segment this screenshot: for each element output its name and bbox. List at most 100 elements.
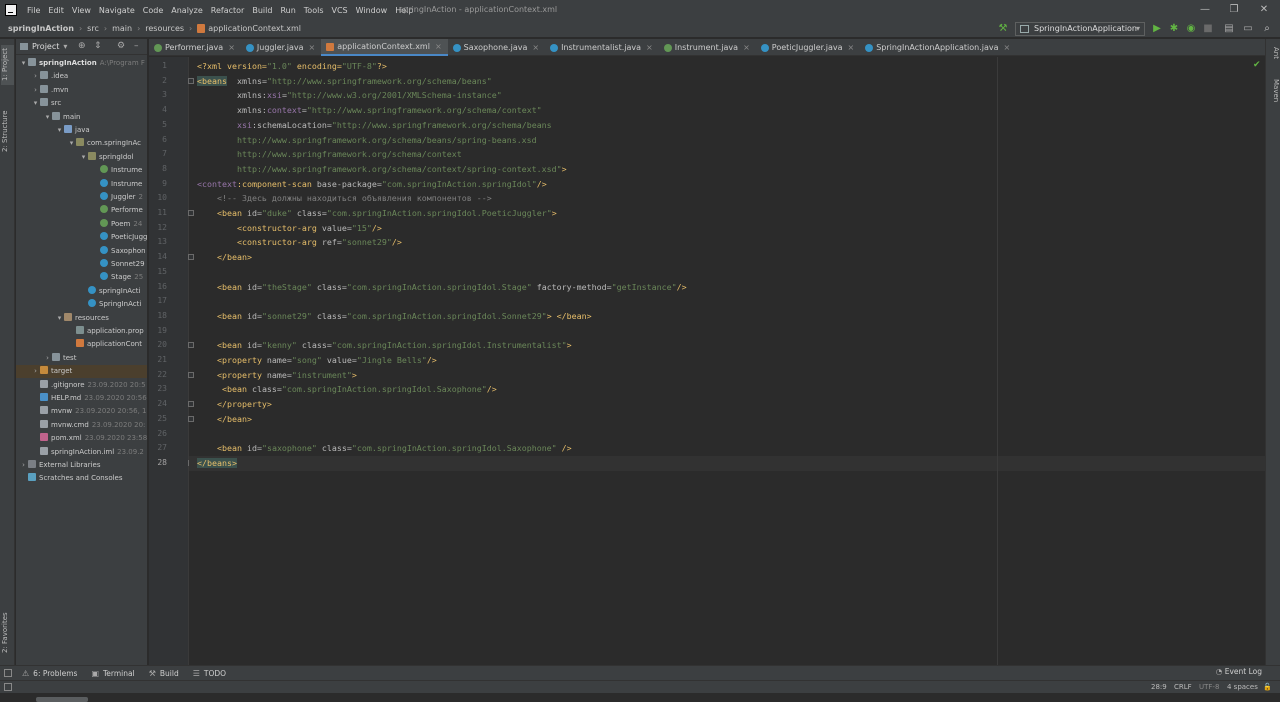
tree-item[interactable]: mvnw.cmd 23.09.2020 20: — [16, 419, 147, 432]
project-view-select[interactable]: Project — [32, 42, 59, 51]
gear-icon[interactable]: ⚙ — [117, 41, 125, 51]
fold-marker-icon[interactable] — [188, 401, 194, 408]
tree-item[interactable]: HELP.md 23.09.2020 20:56 — [16, 392, 147, 405]
tree-item[interactable]: ▾ com.springInAc — [16, 137, 147, 150]
status-toggle-icon[interactable] — [4, 683, 12, 691]
code-line[interactable] — [197, 265, 1257, 280]
collapse-all-icon[interactable]: ⇕ — [94, 41, 102, 51]
tree-item[interactable]: springInAction.iml 23.09.2 — [16, 446, 147, 459]
tree-item[interactable]: application.prop — [16, 325, 147, 338]
code-line[interactable]: <bean id="theStage" class="com.springInA… — [197, 280, 1257, 295]
tree-item[interactable]: ▾ springInAction A:\Program F — [16, 57, 147, 70]
tool-tab-structure[interactable]: 2: Structure — [1, 107, 14, 155]
close-tab-icon[interactable]: × — [743, 43, 750, 52]
tree-item[interactable]: Saxophon — [16, 245, 147, 258]
close-tab-icon[interactable]: × — [435, 42, 442, 51]
close-tab-icon[interactable]: × — [532, 43, 539, 52]
horizontal-scrollbar[interactable] — [36, 697, 88, 702]
tree-item[interactable]: applicationCont — [16, 338, 147, 351]
tree-item[interactable]: Instrume — [16, 178, 147, 191]
menu-code[interactable]: Code — [139, 6, 167, 15]
tree-item[interactable]: ▾ resources — [16, 312, 147, 325]
code-line[interactable]: </beans> — [197, 455, 1257, 471]
code-line[interactable]: http://www.springframework.org/schema/co… — [197, 162, 1257, 177]
file-encoding[interactable]: UTF-8 — [1199, 681, 1219, 693]
editor-tab[interactable]: Performer.java × — [149, 39, 241, 56]
close-tab-icon[interactable]: × — [847, 43, 854, 52]
code-line[interactable]: http://www.springframework.org/schema/be… — [197, 133, 1257, 148]
indent-setting[interactable]: 4 spaces — [1227, 681, 1258, 693]
chevron-down-icon[interactable]: ▾ — [55, 312, 64, 325]
code-line[interactable]: xmlns:xsi="http://www.w3.org/2001/XMLSch… — [197, 88, 1257, 103]
tool-tab-favorites[interactable]: 2: Favorites — [1, 607, 14, 659]
menu-vcs[interactable]: VCS — [328, 6, 352, 15]
menu-window[interactable]: Window — [352, 6, 392, 15]
code-area[interactable]: <?xml version="1.0" encoding="UTF-8"?> <b… — [197, 57, 1257, 665]
breadcrumb-main[interactable]: main — [112, 24, 132, 33]
lock-icon[interactable]: 🔓 — [1263, 681, 1272, 693]
event-log-button[interactable]: ◔ Event Log — [1216, 667, 1262, 676]
code-line[interactable]: <constructor-arg value="15"/> — [197, 221, 1257, 236]
tree-item[interactable]: SpringInActi — [16, 298, 147, 311]
tree-item[interactable]: Stage 25 — [16, 271, 147, 284]
tree-item[interactable]: Juggler 2 — [16, 191, 147, 204]
tree-item[interactable]: Performe — [16, 204, 147, 217]
stop-icon[interactable]: ■ — [1201, 22, 1215, 36]
tree-item[interactable]: › .mvn — [16, 84, 147, 97]
tool-tab-ant[interactable]: Ant — [1268, 47, 1280, 69]
code-line[interactable]: <property name="song" value="Jingle Bell… — [197, 353, 1257, 368]
chevron-down-icon[interactable]: ▾ — [55, 124, 64, 137]
editor-tab[interactable]: Instrumentalist.java × — [545, 39, 659, 56]
code-line[interactable] — [197, 294, 1257, 309]
breadcrumb-resources[interactable]: resources — [145, 24, 184, 33]
code-line[interactable]: <property name="instrument"> — [197, 368, 1257, 383]
chevron-down-icon[interactable]: ▾ — [43, 111, 52, 124]
close-tab-icon[interactable]: × — [646, 43, 653, 52]
fold-marker-icon[interactable] — [188, 342, 194, 349]
tree-item[interactable]: › .idea — [16, 70, 147, 83]
chevron-right-icon[interactable]: › — [31, 84, 40, 97]
maximize-icon[interactable]: ❐ — [1219, 0, 1249, 20]
coverage-icon[interactable]: ◉ — [1184, 22, 1198, 36]
chevron-down-icon[interactable]: ▾ — [79, 151, 88, 164]
minimize-icon[interactable]: — — [1190, 0, 1220, 20]
tool-tab-project[interactable]: 1: Project — [1, 45, 14, 85]
bottom-tab-build[interactable]: ⚒ Build — [149, 669, 179, 678]
code-line[interactable]: <bean class="com.springInAction.springId… — [197, 382, 1257, 397]
tree-item[interactable]: ▾ springIdol — [16, 151, 147, 164]
code-line[interactable]: http://www.springframework.org/schema/co… — [197, 147, 1257, 162]
toggle-tool-windows-icon[interactable] — [4, 669, 12, 677]
bottom-tab-todo[interactable]: ☰ TODO — [193, 669, 226, 678]
chevron-right-icon[interactable]: › — [43, 352, 52, 365]
chevron-right-icon[interactable]: › — [31, 365, 40, 378]
fold-marker-icon[interactable] — [188, 77, 194, 84]
no-problems-check-icon[interactable]: ✔ — [1253, 60, 1261, 70]
code-line[interactable]: <bean id="kenny" class="com.springInActi… — [197, 338, 1257, 353]
editor-tab[interactable]: Saxophone.java × — [448, 39, 545, 56]
code-line[interactable]: <bean id="saxophone" class="com.springIn… — [197, 441, 1257, 456]
code-line[interactable]: <context:component-scan base-package="co… — [197, 177, 1257, 192]
run-configuration-select[interactable]: SpringInActionApplication ▾ — [1015, 22, 1145, 36]
code-line[interactable]: xsi:schemaLocation="http://www.springfra… — [197, 118, 1257, 133]
chevron-down-icon[interactable]: ▾ — [67, 137, 76, 150]
menu-edit[interactable]: Edit — [44, 6, 68, 15]
chevron-down-icon[interactable]: ▾ — [63, 42, 67, 51]
search-everywhere-icon[interactable]: ⌕ — [1260, 22, 1274, 36]
tree-item[interactable]: mvnw 23.09.2020 20:56, 10 — [16, 405, 147, 418]
code-line[interactable] — [197, 324, 1257, 339]
menu-navigate[interactable]: Navigate — [95, 6, 139, 15]
code-line[interactable]: <constructor-arg ref="sonnet29"/> — [197, 235, 1257, 250]
tree-item[interactable]: pom.xml 23.09.2020 23:58 — [16, 432, 147, 445]
code-line[interactable]: </property> — [197, 397, 1257, 412]
tree-item[interactable]: ▾ java — [16, 124, 147, 137]
code-line[interactable]: <beans xmlns="http://www.springframework… — [197, 74, 1257, 89]
editor-tab[interactable]: Juggler.java × — [241, 39, 321, 56]
tree-item[interactable]: PoeticJugg — [16, 231, 147, 244]
code-line[interactable]: </bean> — [197, 250, 1257, 265]
fold-marker-icon[interactable] — [188, 210, 194, 216]
chevron-down-icon[interactable]: ▾ — [31, 97, 40, 110]
tree-item[interactable]: › target — [16, 365, 147, 379]
menu-run[interactable]: Run — [276, 6, 299, 15]
close-window-icon[interactable]: ✕ — [1249, 0, 1279, 20]
bottom-tab-problems[interactable]: ⚠ 6: Problems — [22, 669, 77, 678]
